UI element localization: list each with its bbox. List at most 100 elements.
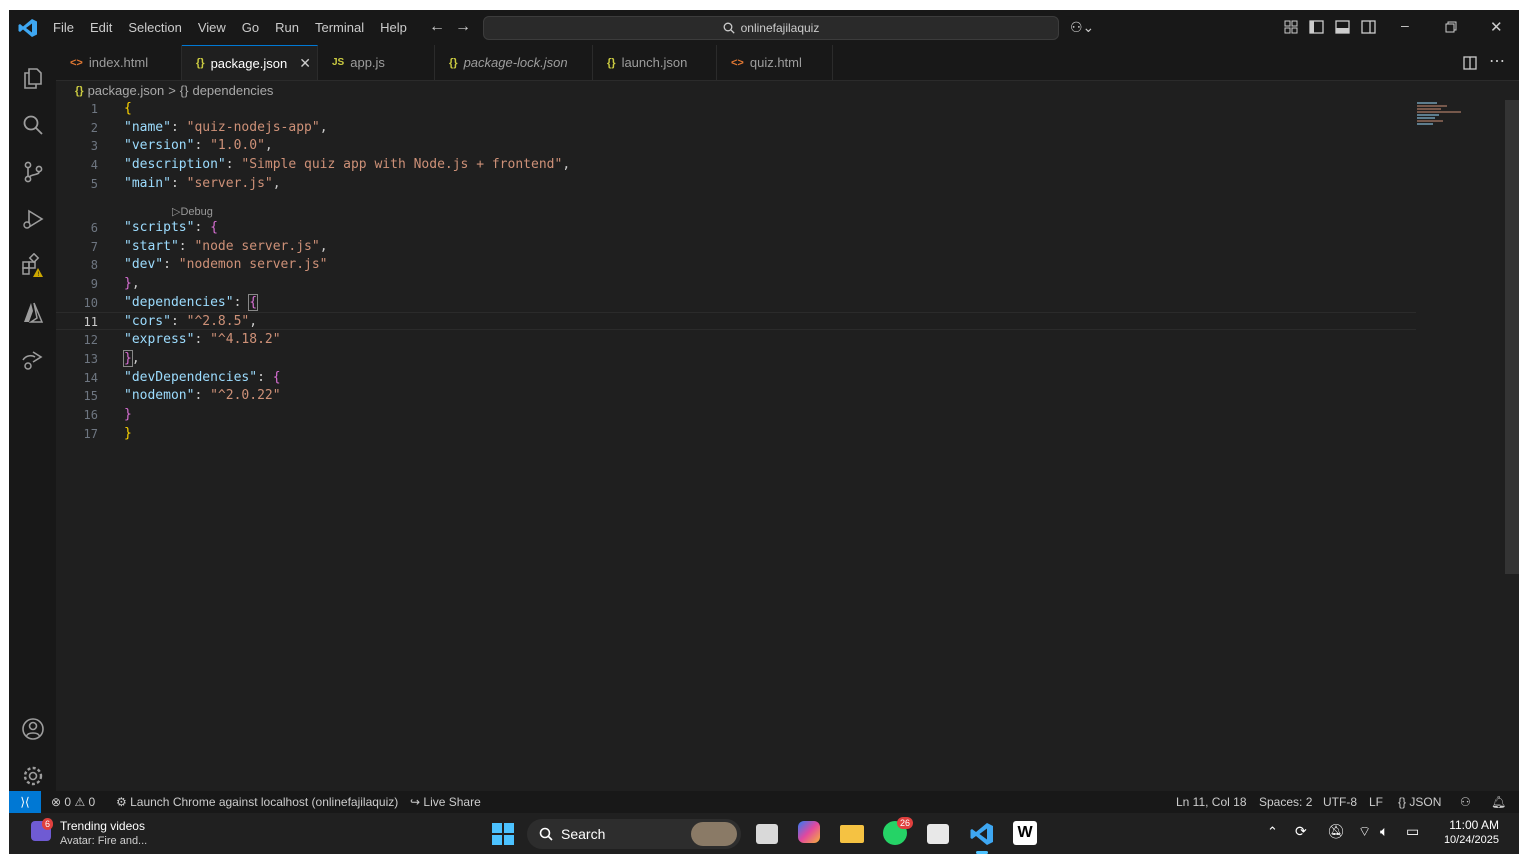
remote-indicator-icon[interactable]: ⟩⟨ (9, 791, 41, 813)
code-line: 12 "express": "^4.18.2" (83, 332, 281, 347)
search-icon[interactable] (20, 112, 46, 138)
code-line-current: 11 "cors": "^2.8.5", (56, 312, 1416, 330)
back-arrow-icon[interactable]: ← (429, 18, 445, 36)
taskbar-search[interactable]: Search (527, 819, 741, 849)
news-title[interactable]: Trending videos (60, 819, 145, 833)
toggle-panel-icon[interactable] (1335, 20, 1350, 34)
wifi-icon[interactable]: ⌔ (1358, 823, 1371, 841)
app-w-icon[interactable]: W (1013, 821, 1039, 847)
minimize-window-icon[interactable]: – (1401, 17, 1409, 33)
status-bar: ⟩⟨ ⊗ 0 ⚠ 0 ⚙ Launch Chrome against local… (9, 791, 1519, 813)
clock-time[interactable]: 11:00 AM (1437, 818, 1499, 832)
search-icon (539, 827, 553, 841)
problems-indicator[interactable]: ⊗ 0 ⚠ 0 (51, 791, 95, 813)
volume-icon[interactable]: 🔈︎ (1380, 823, 1388, 840)
toggle-secondary-sidebar-icon[interactable] (1361, 20, 1376, 34)
menu-run[interactable]: Run (267, 20, 307, 35)
language-mode[interactable]: {} JSON (1398, 791, 1441, 813)
code-line: 17 } (83, 426, 132, 441)
windows-start-icon[interactable] (490, 821, 516, 847)
more-actions-icon[interactable]: ⋯ (1489, 51, 1505, 71)
menu-go[interactable]: Go (234, 20, 267, 35)
copilot-icon[interactable]: ⚇⌄ (1070, 19, 1094, 36)
breadcrumb-file[interactable]: package.json (88, 83, 165, 98)
notifications-off-icon[interactable]: 🔕︎ (1327, 823, 1345, 840)
explorer-icon[interactable] (20, 65, 46, 91)
notifications-bell-icon[interactable]: 🔔︎ (1491, 791, 1506, 813)
end-of-line[interactable]: LF (1369, 791, 1383, 813)
code-line: 2 "name": "quiz-nodejs-app", (90, 120, 328, 135)
code-line: 16 } (83, 407, 132, 422)
customize-layout-icon[interactable] (1284, 20, 1298, 34)
menu-terminal[interactable]: Terminal (307, 20, 372, 35)
search-icon (723, 22, 735, 34)
sync-icon[interactable]: ⟳ (1295, 823, 1307, 840)
debug-code-lens[interactable]: ▷Debug (172, 205, 213, 219)
forward-arrow-icon[interactable]: → (455, 18, 471, 36)
menu-file[interactable]: File (45, 20, 82, 35)
search-highlight-icon (691, 822, 737, 846)
settings-gear-icon[interactable] (20, 763, 46, 789)
code-line: 14 "devDependencies": { (83, 370, 281, 385)
encoding[interactable]: UTF-8 (1323, 791, 1357, 813)
microsoft-store-icon[interactable] (927, 821, 953, 847)
menu-help[interactable]: Help (372, 20, 415, 35)
clock-date[interactable]: 10/24/2025 (1435, 834, 1499, 846)
tab-package-json[interactable]: {} package.json ✕ (182, 45, 318, 80)
menu-view[interactable]: View (190, 20, 234, 35)
json-file-icon: {} (75, 84, 84, 97)
code-line: 10 "dependencies": { (83, 294, 259, 311)
code-line: 6 "scripts": { (90, 220, 218, 235)
source-control-icon[interactable] (20, 159, 46, 185)
code-editor[interactable]: 1 { 2 "name": "quiz-nodejs-app", 3 "vers… (56, 100, 1519, 791)
vscode-logo-icon[interactable] (18, 18, 38, 38)
menu-edit[interactable]: Edit (82, 20, 120, 35)
minimap[interactable] (1417, 102, 1465, 128)
copilot-app-icon[interactable] (798, 821, 824, 847)
debug-icon: ⚙ (116, 795, 127, 809)
title-bar: File Edit Selection View Go Run Terminal… (9, 10, 1519, 45)
live-share-icon: ↪ (410, 795, 421, 809)
activity-bar: ! (9, 45, 56, 791)
run-debug-icon[interactable] (20, 206, 46, 232)
command-center-search[interactable]: onlinefajilaquiz (483, 16, 1059, 40)
breadcrumb-node[interactable]: dependencies (192, 83, 273, 98)
accounts-icon[interactable] (20, 716, 46, 742)
azure-icon[interactable] (20, 300, 46, 326)
show-hidden-icons-icon[interactable]: ⌃ (1267, 824, 1278, 840)
copilot-status-icon[interactable]: ⚇ (1460, 791, 1471, 813)
code-line: 1 { (90, 101, 132, 116)
menu-selection[interactable]: Selection (120, 20, 189, 35)
editor-tabs: <> index.html {} package.json ✕ JS app.j… (56, 45, 1519, 81)
breadcrumb-separator: > (168, 83, 176, 98)
code-line: 13 }, (83, 350, 140, 367)
json-file-icon: {} (449, 56, 458, 69)
live-share-status[interactable]: ↪ Live Share (410, 791, 481, 813)
battery-icon[interactable]: ▭ (1406, 823, 1419, 840)
indentation[interactable]: Spaces: 2 (1259, 791, 1312, 813)
code-line: 8 "dev": "nodemon server.js" (90, 257, 328, 272)
launch-config[interactable]: ⚙ Launch Chrome against localhost (onlin… (116, 791, 398, 813)
live-share-icon[interactable] (20, 347, 46, 373)
vscode-taskbar-icon[interactable] (969, 821, 995, 847)
json-file-icon: {} (607, 56, 616, 69)
file-explorer-icon[interactable] (840, 821, 866, 847)
tab-package-lock-json[interactable]: {} package-lock.json (435, 45, 593, 80)
tab-launch-json[interactable]: {} launch.json (593, 45, 717, 80)
close-tab-icon[interactable]: ✕ (299, 55, 311, 72)
tab-app-js[interactable]: JS app.js (318, 45, 435, 80)
editor-scrollbar[interactable] (1505, 100, 1519, 574)
restore-window-icon[interactable] (1445, 21, 1457, 33)
split-editor-icon[interactable] (1463, 56, 1477, 70)
tab-index-html[interactable]: <> index.html (56, 45, 182, 80)
extensions-icon[interactable]: ! (20, 253, 46, 279)
tab-quiz-html[interactable]: <> quiz.html (717, 45, 833, 80)
html-file-icon: <> (731, 56, 744, 69)
toggle-primary-sidebar-icon[interactable] (1309, 20, 1324, 34)
task-view-icon[interactable] (756, 824, 778, 844)
close-window-icon[interactable]: ✕ (1490, 18, 1503, 36)
whatsapp-badge: 26 (897, 817, 914, 829)
cursor-position[interactable]: Ln 11, Col 18 (1176, 791, 1247, 813)
vscode-window: File Edit Selection View Go Run Terminal… (9, 10, 1519, 854)
news-subtitle[interactable]: Avatar: Fire and... (60, 835, 147, 847)
